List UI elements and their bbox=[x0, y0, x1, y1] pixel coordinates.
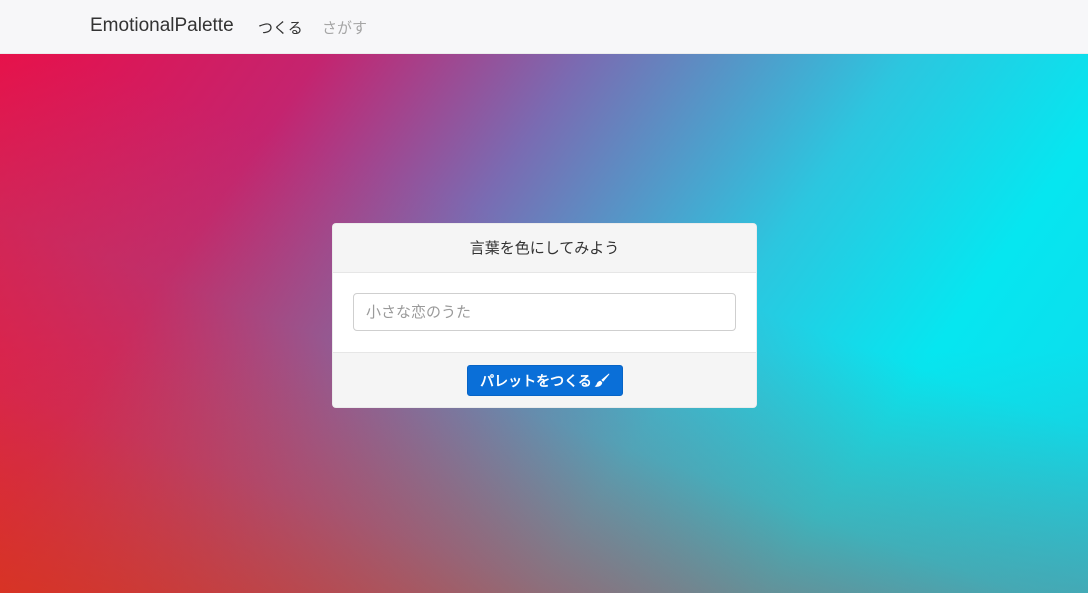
nav-link-create[interactable]: つくる bbox=[258, 17, 303, 38]
brand-logo[interactable]: EmotionalPalette bbox=[90, 15, 234, 37]
create-palette-button[interactable]: パレットをつくる bbox=[467, 365, 623, 396]
nav-link-search[interactable]: さがす bbox=[322, 17, 367, 38]
card-title: 言葉を色にしてみよう bbox=[333, 224, 756, 273]
palette-form-card: 言葉を色にしてみよう パレットをつくる bbox=[332, 223, 757, 408]
card-body bbox=[333, 273, 756, 352]
card-footer: パレットをつくる bbox=[333, 352, 756, 407]
create-palette-label: パレットをつくる bbox=[480, 373, 592, 390]
phrase-input[interactable] bbox=[353, 293, 736, 331]
paint-brush-icon bbox=[594, 373, 610, 389]
navbar: EmotionalPalette つくる さがす bbox=[0, 0, 1088, 54]
